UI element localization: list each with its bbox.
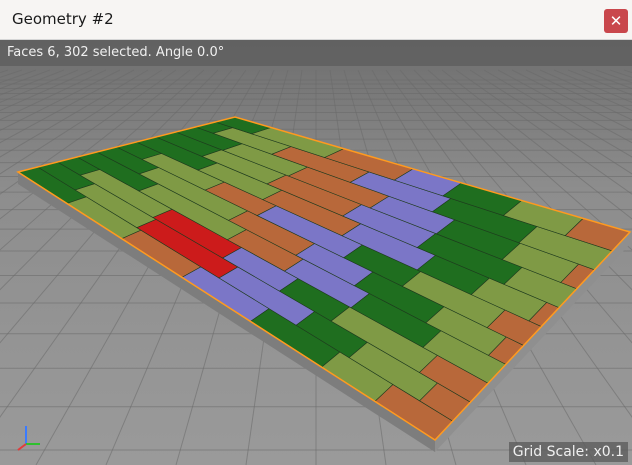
geometry-window: Geometry #2 ✕ Faces 6, 302 selected. Ang… [0, 0, 632, 465]
grid-scale-label: Grid Scale: x0.1 [508, 442, 628, 462]
close-icon: ✕ [609, 12, 623, 30]
status-text: Faces 6, 302 selected. Angle 0.0° [7, 45, 225, 60]
close-button[interactable]: ✕ [604, 9, 628, 33]
scene-canvas [0, 40, 632, 465]
status-bar: Faces 6, 302 selected. Angle 0.0° [0, 40, 632, 66]
window-title: Geometry #2 [12, 10, 114, 28]
title-bar[interactable]: Geometry #2 ✕ [0, 0, 632, 40]
3d-viewport[interactable]: Faces 6, 302 selected. Angle 0.0° Grid S… [0, 40, 632, 465]
